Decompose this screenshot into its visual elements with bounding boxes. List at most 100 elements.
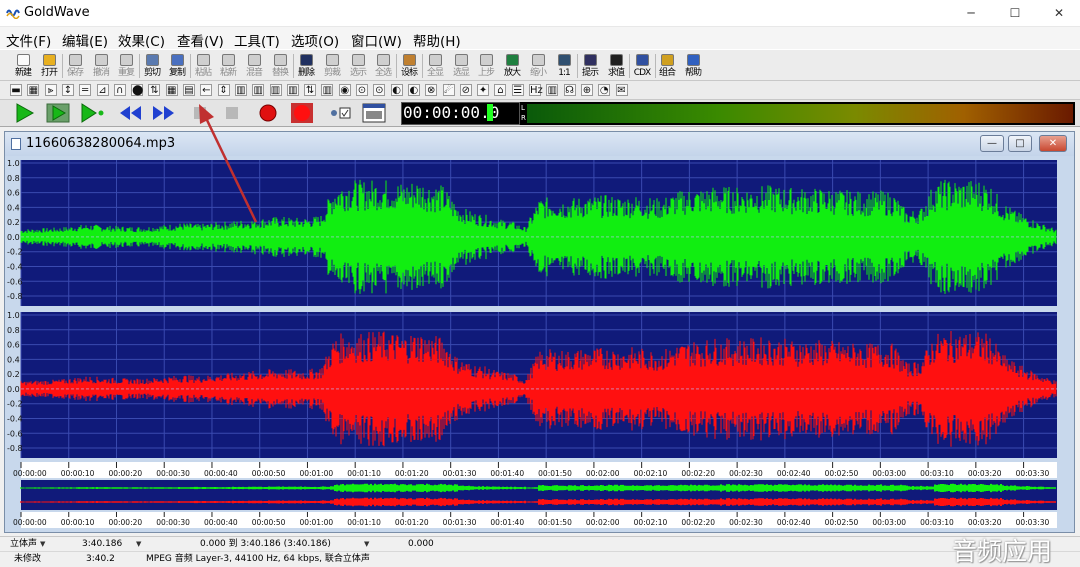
toolbar-button-11[interactable]: 删除 bbox=[294, 52, 318, 80]
overview-tick-label: 00:02:50 bbox=[825, 518, 859, 527]
effect-tool-icon-8[interactable]: ⇅ bbox=[148, 84, 161, 96]
toolbar-label-23: 求值 bbox=[607, 68, 625, 78]
toolbar-button-2[interactable]: 保存 bbox=[63, 52, 87, 80]
toolbar-button-24[interactable]: CDX bbox=[630, 52, 654, 80]
effect-tool-icon-18[interactable]: ▥ bbox=[321, 84, 334, 96]
close-icon[interactable]: ✕ bbox=[1048, 4, 1070, 22]
effect-tool-icon-23[interactable]: ◐ bbox=[407, 84, 420, 96]
menu-help[interactable]: 帮助(H) bbox=[413, 30, 461, 50]
effect-tool-icon-28[interactable]: ⌂ bbox=[494, 84, 507, 96]
effect-tool-icon-4[interactable]: ═ bbox=[79, 84, 92, 96]
effect-tool-icon-1[interactable]: ▦ bbox=[27, 84, 40, 96]
monitor-toggle-icon[interactable] bbox=[326, 102, 354, 124]
toolbar-button-19[interactable]: 放大 bbox=[500, 52, 524, 80]
doc-close-button[interactable]: ✕ bbox=[1039, 135, 1067, 152]
fast-forward-icon[interactable] bbox=[150, 102, 178, 124]
toolbar-button-12[interactable]: 剪裁 bbox=[320, 52, 344, 80]
effect-tool-icon-0[interactable]: ▬ bbox=[10, 84, 22, 96]
toolbar-button-0[interactable]: 新建 bbox=[11, 52, 35, 80]
effect-tool-icon-13[interactable]: ▥ bbox=[234, 84, 247, 96]
effect-tool-icon-31[interactable]: ▥ bbox=[546, 84, 559, 96]
play-from-cursor-icon[interactable] bbox=[78, 102, 106, 124]
effect-tool-icon-22[interactable]: ◐ bbox=[390, 84, 403, 96]
stop-icon[interactable] bbox=[218, 102, 246, 124]
effect-tool-icon-15[interactable]: ▥ bbox=[269, 84, 282, 96]
play-selection-icon[interactable] bbox=[44, 102, 72, 124]
doc-maximize-button[interactable]: □ bbox=[1008, 135, 1032, 152]
toolbar-label-20: 缩小 bbox=[529, 68, 547, 78]
effect-tool-icon-7[interactable]: ⬤ bbox=[131, 84, 143, 96]
control-window-icon[interactable] bbox=[360, 102, 388, 124]
waveform-view[interactable]: 1.0 0.8 0.6 0.4 0.2 0.0 -0.2 -0.4 -0.6 -0.8 1.0 0.8… bbox=[5, 156, 1074, 532]
toolbar-button-21[interactable]: 1:1 bbox=[552, 52, 576, 80]
menu-window[interactable]: 窗口(W) bbox=[351, 30, 402, 50]
toolbar-button-16[interactable]: 全显 bbox=[423, 52, 447, 80]
effect-tool-icon-27[interactable]: ✦ bbox=[477, 84, 490, 96]
menu-file[interactable]: 文件(F) bbox=[6, 30, 51, 50]
menu-options[interactable]: 选项(O) bbox=[291, 30, 339, 50]
toolbar-button-3[interactable]: 撤消 bbox=[89, 52, 113, 80]
menu-tools[interactable]: 工具(T) bbox=[234, 30, 280, 50]
effect-tool-icon-26[interactable]: ⊘ bbox=[459, 84, 472, 96]
toolbar-button-1[interactable]: 打开 bbox=[37, 52, 61, 80]
overview-strip bbox=[21, 480, 1057, 510]
range-dropdown-icon[interactable]: ▼ bbox=[364, 537, 369, 552]
toolbar-button-26[interactable]: 帮助 bbox=[681, 52, 705, 80]
toolbar-button-23[interactable]: 求值 bbox=[604, 52, 628, 80]
toolbar-button-7[interactable]: 粘贴 bbox=[191, 52, 215, 80]
channel-dropdown-icon[interactable]: ▼ bbox=[40, 537, 45, 552]
effect-tool-icon-32[interactable]: ☊ bbox=[563, 84, 576, 96]
effect-tool-icon-11[interactable]: ← bbox=[200, 84, 213, 96]
toolbar-button-25[interactable]: 组合 bbox=[655, 52, 679, 80]
toolbar-icon-2 bbox=[68, 54, 82, 66]
effect-tool-icon-3[interactable]: ↕ bbox=[61, 84, 74, 96]
effect-tool-icon-6[interactable]: ∩ bbox=[113, 84, 126, 96]
effect-tool-icon-14[interactable]: ▥ bbox=[252, 84, 265, 96]
menu-edit[interactable]: 编辑(E) bbox=[62, 30, 108, 50]
toolbar-button-14[interactable]: 全选 bbox=[371, 52, 395, 80]
toolbar-button-5[interactable]: 剪切 bbox=[140, 52, 164, 80]
effect-tool-icon-30[interactable]: Hz bbox=[529, 84, 543, 96]
minimize-icon[interactable]: ─ bbox=[960, 4, 982, 22]
toolbar-button-6[interactable]: 复制 bbox=[165, 52, 189, 80]
overview-tick-label: 00:03:00 bbox=[872, 518, 906, 527]
toolbar-button-8[interactable]: 粘新 bbox=[216, 52, 240, 80]
effect-tool-icon-17[interactable]: ⇅ bbox=[304, 84, 317, 96]
toolbar-button-4[interactable]: 重复 bbox=[114, 52, 138, 80]
effect-tool-icon-33[interactable]: ⊕ bbox=[580, 84, 593, 96]
effect-tool-icon-19[interactable]: ◉ bbox=[338, 84, 351, 96]
effect-tool-icon-12[interactable]: ⇕ bbox=[217, 84, 230, 96]
toolbar-button-18[interactable]: 上步 bbox=[474, 52, 498, 80]
effect-tool-icon-29[interactable]: ☰ bbox=[511, 84, 524, 96]
effect-tool-icon-35[interactable]: ✉ bbox=[615, 84, 628, 96]
menu-view[interactable]: 查看(V) bbox=[177, 30, 224, 50]
toolbar-button-15[interactable]: 设标 bbox=[397, 52, 421, 80]
effect-tool-icon-34[interactable]: ◔ bbox=[598, 84, 611, 96]
maximize-icon[interactable]: ☐ bbox=[1004, 4, 1026, 22]
effect-tool-icon-5[interactable]: ⊿ bbox=[96, 84, 109, 96]
menu-effects[interactable]: 效果(C) bbox=[118, 30, 165, 50]
doc-minimize-button[interactable]: — bbox=[980, 135, 1004, 152]
play-icon[interactable] bbox=[10, 102, 38, 124]
effect-tool-icon-9[interactable]: ▦ bbox=[165, 84, 178, 96]
effect-tool-icon-20[interactable]: ⊙ bbox=[356, 84, 368, 96]
record-new-icon[interactable] bbox=[288, 102, 316, 124]
toolbar-button-10[interactable]: 替换 bbox=[268, 52, 292, 80]
length-dropdown-icon[interactable]: ▼ bbox=[136, 537, 141, 552]
effect-tool-icon-21[interactable]: ⊙ bbox=[373, 84, 386, 96]
pause-icon[interactable] bbox=[186, 102, 214, 124]
effect-tool-icon-24[interactable]: ⊗ bbox=[425, 84, 438, 96]
effect-tool-icon-10[interactable]: ▤ bbox=[183, 84, 195, 96]
effect-tool-icon-2[interactable]: ⫸ bbox=[44, 84, 57, 96]
toolbar-button-20[interactable]: 缩小 bbox=[526, 52, 550, 80]
toolbar-button-17[interactable]: 选显 bbox=[449, 52, 473, 80]
toolbar-button-22[interactable]: 提示 bbox=[578, 52, 602, 80]
rewind-icon[interactable] bbox=[116, 102, 144, 124]
overview-tick-label: 00:01:30 bbox=[443, 518, 477, 527]
toolbar-button-13[interactable]: 选示 bbox=[346, 52, 370, 80]
toolbar-icon-18 bbox=[479, 54, 493, 66]
toolbar-button-9[interactable]: 混音 bbox=[242, 52, 266, 80]
effect-tool-icon-25[interactable]: ☄ bbox=[442, 84, 455, 96]
record-icon[interactable] bbox=[254, 102, 282, 124]
effect-tool-icon-16[interactable]: ▥ bbox=[286, 84, 299, 96]
